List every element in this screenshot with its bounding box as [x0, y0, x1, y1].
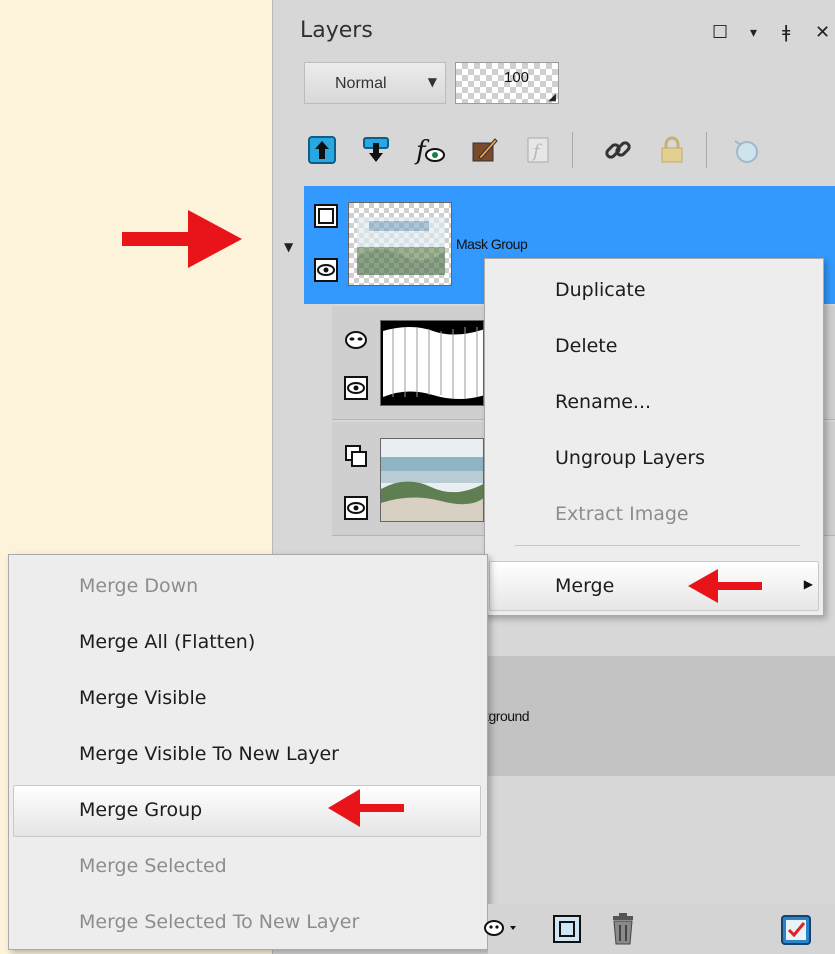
layer-toolbar: f f [296, 124, 835, 180]
submenu-arrow-icon: ▶ [803, 577, 813, 591]
mask-dropdown-icon[interactable] [484, 916, 520, 940]
opacity-field[interactable]: 100 ◢ [455, 62, 559, 104]
menu-item-merge-visible-new-layer[interactable]: Merge Visible To New Layer [79, 743, 339, 765]
move-layer-down-icon[interactable] [356, 130, 396, 170]
menu-item-merge[interactable] [489, 561, 819, 611]
context-menu: Duplicate Delete Rename... Ungroup Layer… [484, 258, 824, 616]
layers-bottom-toolbar [484, 904, 835, 954]
layer-name: Mask Group [456, 236, 528, 252]
toolbar-divider [706, 132, 707, 168]
trash-icon[interactable] [608, 912, 638, 946]
properties-check-icon[interactable] [780, 914, 812, 946]
menu-divider [515, 545, 800, 546]
annotation-arrow [688, 569, 762, 603]
restore-icon[interactable]: ☐ [712, 22, 728, 43]
expand-arrow-icon[interactable]: ▼ [284, 240, 293, 254]
menu-item-merge-label: Merge [555, 575, 615, 597]
merge-submenu: Merge Down Merge All (Flatten) Merge Vis… [8, 554, 488, 950]
menu-item-merge-group-label: Merge Group [79, 799, 203, 821]
opacity-value: 100 [504, 69, 530, 86]
toolbar-divider [572, 132, 573, 168]
eye-icon[interactable] [344, 496, 368, 520]
layer-name: kground [482, 708, 530, 724]
layer-effects-icon[interactable]: f [410, 130, 450, 170]
image-thumbnail [380, 438, 484, 522]
panel-title: Layers [300, 18, 373, 43]
move-layer-up-icon[interactable] [302, 130, 342, 170]
resize-corner-icon: ◢ [548, 92, 556, 103]
menu-item-merge-visible[interactable]: Merge Visible [79, 687, 206, 709]
mask-thumbnail [380, 320, 484, 406]
eye-icon[interactable] [344, 376, 368, 400]
blend-mode-value: Normal [335, 75, 387, 92]
menu-item-rename[interactable]: Rename... [555, 391, 651, 413]
snapshot-icon-disabled [726, 130, 766, 170]
annotation-arrow [328, 789, 404, 827]
close-icon[interactable]: ✕ [815, 22, 830, 43]
brush-edit-icon[interactable] [464, 130, 504, 170]
annotation-arrow [122, 210, 242, 268]
dropdown-caret-icon[interactable]: ▾ [750, 25, 757, 41]
blend-mode-select[interactable]: Normal ▼ [304, 62, 446, 104]
menu-item-duplicate[interactable]: Duplicate [555, 279, 646, 301]
script-icon-disabled: f [518, 130, 558, 170]
lock-icon-disabled [652, 130, 692, 170]
menu-item-delete[interactable]: Delete [555, 335, 617, 357]
menu-item-ungroup-layers[interactable]: Ungroup Layers [555, 447, 705, 469]
pin-icon[interactable]: ǂ [782, 22, 790, 43]
menu-item-merge-down: Merge Down [79, 575, 199, 597]
mask-icon [344, 328, 368, 352]
eye-icon[interactable] [314, 258, 338, 282]
menu-item-merge-selected: Merge Selected [79, 855, 227, 877]
menu-item-merge-selected-new-layer: Merge Selected To New Layer [79, 911, 360, 933]
menu-item-merge-all[interactable]: Merge All (Flatten) [79, 631, 255, 653]
chevron-down-icon: ▼ [427, 75, 437, 89]
new-group-icon[interactable] [552, 914, 582, 944]
layer-thumbnail [348, 202, 452, 286]
link-icon[interactable] [598, 130, 638, 170]
raster-layer-icon [344, 444, 368, 468]
menu-item-extract-image: Extract Image [555, 503, 689, 525]
group-icon [314, 204, 338, 228]
